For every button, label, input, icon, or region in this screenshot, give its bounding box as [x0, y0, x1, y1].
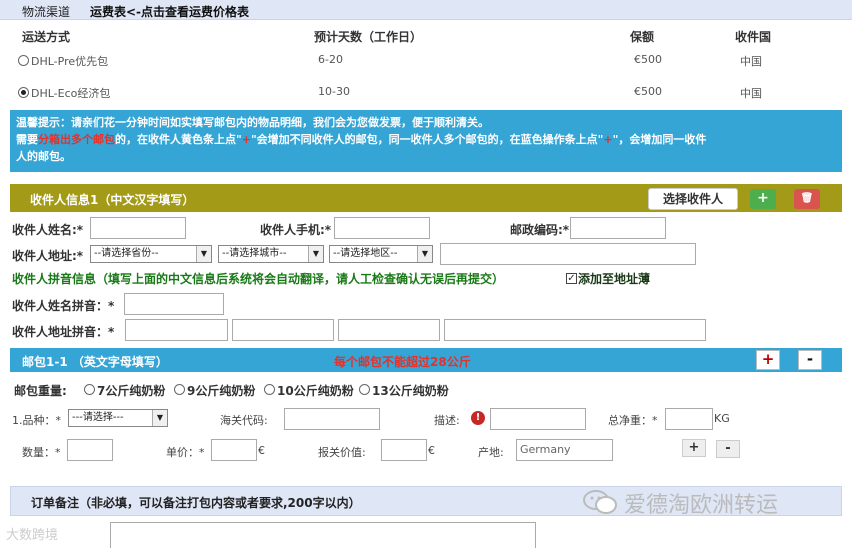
shipping-country: 中国 [740, 87, 762, 100]
package-weight-warning: 每个邮包不能超过28公斤 [334, 355, 471, 369]
customs-code-input[interactable] [284, 408, 380, 430]
chevron-down-icon: ▼ [308, 246, 323, 262]
package-section-title: 邮包1-1 （英文字母填写） [22, 355, 168, 369]
address-pinyin-input-1[interactable] [125, 319, 228, 341]
recipient-section-bar: 收件人信息1（中文汉字填写） 选择收件人 + 🗑 [10, 184, 842, 212]
origin-label: 产地: [478, 446, 504, 459]
customs-code-label: 海关代码: [220, 414, 268, 427]
order-remark-title: 订单备注（非必填，可以备注打包内容或者要求,200字以内） [31, 496, 361, 510]
item-category-select[interactable]: ---请选择--- ▼ [68, 409, 168, 427]
header-days: 预计天数（工作日） [314, 30, 423, 44]
add-to-address-book-label: 添加至地址薄 [578, 272, 651, 286]
shipping-days: 10-30 [318, 85, 350, 98]
chevron-down-icon: ▼ [152, 410, 167, 426]
weight-radio-9[interactable] [174, 384, 185, 395]
net-weight-label: 总净重：* [608, 414, 658, 427]
notice-line2: 需要分箱出多个邮包的，在收件人黄色条上点"+"会增加不同收件人的邮包，同一收件人… [16, 133, 707, 146]
recipient-phone-label: 收件人手机:* [260, 223, 332, 237]
shipping-days: 6-20 [318, 53, 343, 66]
remove-package-button[interactable]: - [798, 350, 822, 370]
shipping-insured: €500 [634, 85, 662, 98]
shipping-radio-dhl-eco[interactable] [18, 87, 29, 98]
unit-price-currency: € [258, 444, 265, 457]
chevron-down-icon: ▼ [196, 246, 211, 262]
address-detail-input[interactable] [440, 243, 696, 265]
province-select[interactable]: --请选择省份-- ▼ [90, 245, 212, 263]
package-section-bar: 邮包1-1 （英文字母填写） 每个邮包不能超过28公斤 + - [10, 348, 842, 372]
trash-icon: 🗑 [800, 193, 814, 204]
add-recipient-button[interactable]: + [750, 189, 776, 209]
remove-item-button[interactable]: - [716, 440, 740, 458]
add-item-button[interactable]: + [682, 439, 706, 457]
header-insured: 保额 [630, 30, 655, 44]
recipient-section-title: 收件人信息1（中文汉字填写） [30, 193, 195, 207]
logistics-bar: 物流渠道 运费表<-点击查看运费价格表 [0, 0, 852, 20]
weight-option-7: 7公斤纯奶粉 [97, 384, 166, 398]
name-pinyin-label: 收件人姓名拼音：* [12, 299, 115, 313]
declared-value-currency: € [428, 444, 435, 457]
zip-input[interactable] [570, 217, 666, 239]
shipping-insured: €500 [634, 53, 662, 66]
weight-option-9: 9公斤纯奶粉 [187, 384, 256, 398]
address-pinyin-input-4[interactable] [444, 319, 706, 341]
shipping-method: DHL-Pre优先包 [31, 55, 109, 68]
net-weight-input[interactable] [665, 408, 713, 430]
wechat-watermark: 爱德淘欧洲转运 [624, 493, 779, 518]
add-to-address-book-checkbox[interactable]: ✓ [566, 273, 577, 284]
header-country: 收件国 [735, 30, 772, 44]
order-remark-textarea[interactable] [110, 522, 536, 548]
weight-radio-7[interactable] [84, 384, 95, 395]
add-package-button[interactable]: + [756, 350, 780, 370]
recipient-address-label: 收件人地址:* [12, 249, 84, 263]
item-category-label: 1.品种：* [12, 414, 61, 427]
shipping-radio-dhl-pre[interactable] [18, 55, 29, 66]
chevron-down-icon: ▼ [417, 246, 432, 262]
declared-value-input[interactable] [381, 439, 427, 461]
header-method: 运送方式 [22, 30, 71, 44]
net-weight-unit: KG [714, 412, 730, 425]
description-label: 描述: [434, 414, 460, 427]
choose-recipient-button[interactable]: 选择收件人 [648, 188, 738, 210]
name-pinyin-input[interactable] [124, 293, 224, 315]
notice-box: 温馨提示：请亲们花一分钟时间如实填写邮包内的物品明细，我们会为您做发票，便于顺利… [10, 110, 842, 172]
shipping-method: DHL-Eco经济包 [31, 87, 111, 100]
address-pinyin-label: 收件人地址拼音：* [12, 325, 115, 339]
district-select[interactable]: --请选择地区-- ▼ [329, 245, 433, 263]
weight-radio-13[interactable] [359, 384, 370, 395]
origin-input[interactable]: Germany [516, 439, 613, 461]
info-icon[interactable]: ! [471, 411, 485, 425]
city-select[interactable]: --请选择城市-- ▼ [218, 245, 324, 263]
weight-radio-10[interactable] [264, 384, 275, 395]
wechat-logo [583, 489, 617, 515]
recipient-name-label: 收件人姓名:* [12, 223, 84, 237]
delete-recipient-button[interactable]: 🗑 [794, 189, 820, 209]
package-weight-label: 邮包重量: [14, 384, 67, 398]
weight-option-13: 13公斤纯奶粉 [372, 384, 449, 398]
corner-watermark: 大数跨境 [6, 528, 59, 543]
notice-line3: 人的邮包。 [16, 150, 71, 163]
quantity-input[interactable] [67, 439, 113, 461]
shipping-country: 中国 [740, 55, 762, 68]
unit-price-label: 单价：* [166, 446, 205, 459]
freight-table-link[interactable]: 运费表<-点击查看运费价格表 [90, 3, 249, 20]
pinyin-note: 收件人拼音信息（填写上面的中文信息后系统将会自动翻译，请人工检查确认无误后再提交… [12, 272, 505, 286]
declared-value-label: 报关价值: [318, 446, 366, 459]
address-pinyin-input-2[interactable] [232, 319, 334, 341]
address-pinyin-input-3[interactable] [338, 319, 440, 341]
quantity-label: 数量：* [22, 446, 61, 459]
notice-line1: 温馨提示：请亲们花一分钟时间如实填写邮包内的物品明细，我们会为您做发票，便于顺利… [16, 116, 489, 129]
description-input[interactable] [490, 408, 586, 430]
zip-label: 邮政编码:* [510, 223, 570, 237]
unit-price-input[interactable] [211, 439, 257, 461]
weight-option-10: 10公斤纯奶粉 [277, 384, 354, 398]
logistics-label: 物流渠道 [22, 5, 71, 19]
recipient-name-input[interactable] [90, 217, 186, 239]
recipient-phone-input[interactable] [334, 217, 430, 239]
